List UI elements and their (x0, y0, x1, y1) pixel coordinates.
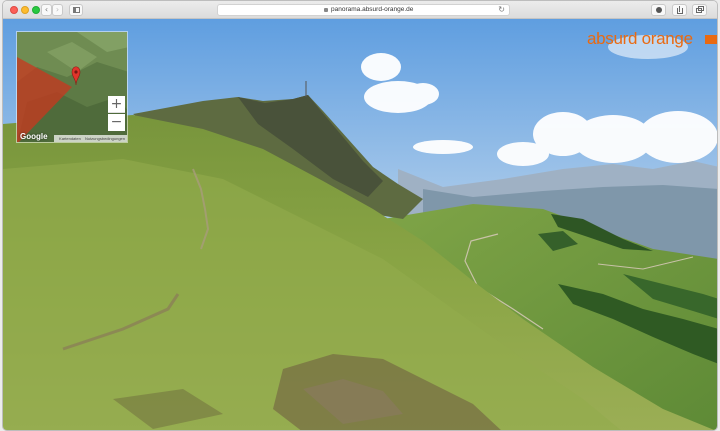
sidebar-toggle-button[interactable] (69, 4, 83, 16)
forward-button[interactable]: › (52, 4, 63, 16)
minimap[interactable]: + − Google Kartendaten Nutzungsbedingung… (16, 31, 128, 143)
panorama-viewer[interactable]: absurd orange + − Google Kartendaten Nut… (3, 19, 717, 430)
address-url: panorama.absurd-orange.de (331, 6, 414, 13)
extension-button[interactable] (651, 4, 666, 16)
share-button[interactable] (672, 4, 687, 16)
browser-window: ‹ › panorama.absurd-orange.de ↻ absurd o… (2, 0, 718, 431)
show-tabs-button[interactable] (692, 4, 707, 16)
google-logo[interactable]: Google (20, 132, 48, 141)
sidebar-icon (73, 7, 80, 13)
browser-toolbar: ‹ › panorama.absurd-orange.de ↻ (3, 1, 717, 19)
maximize-window-button[interactable] (32, 6, 40, 14)
zoom-out-button[interactable]: − (108, 114, 125, 131)
absurd-orange-logo[interactable]: absurd orange (587, 29, 693, 49)
minimize-window-button[interactable] (21, 6, 29, 14)
minimap-footer: Google Kartendaten Nutzungsbedingungen (17, 131, 127, 142)
share-icon (677, 8, 683, 14)
terms-link[interactable]: Nutzungsbedingungen (85, 136, 125, 141)
back-button[interactable]: ‹ (41, 4, 52, 16)
zoom-in-button[interactable]: + (108, 96, 125, 113)
address-bar[interactable]: panorama.absurd-orange.de ↻ (217, 4, 510, 16)
reload-icon[interactable]: ↻ (498, 5, 505, 14)
lock-icon (324, 8, 328, 12)
map-links: Kartendaten Nutzungsbedingungen (54, 135, 127, 142)
close-window-button[interactable] (10, 6, 18, 14)
map-data-link[interactable]: Kartendaten (59, 136, 81, 141)
extension-icon (656, 7, 662, 13)
menu-tab-button[interactable] (705, 35, 717, 44)
